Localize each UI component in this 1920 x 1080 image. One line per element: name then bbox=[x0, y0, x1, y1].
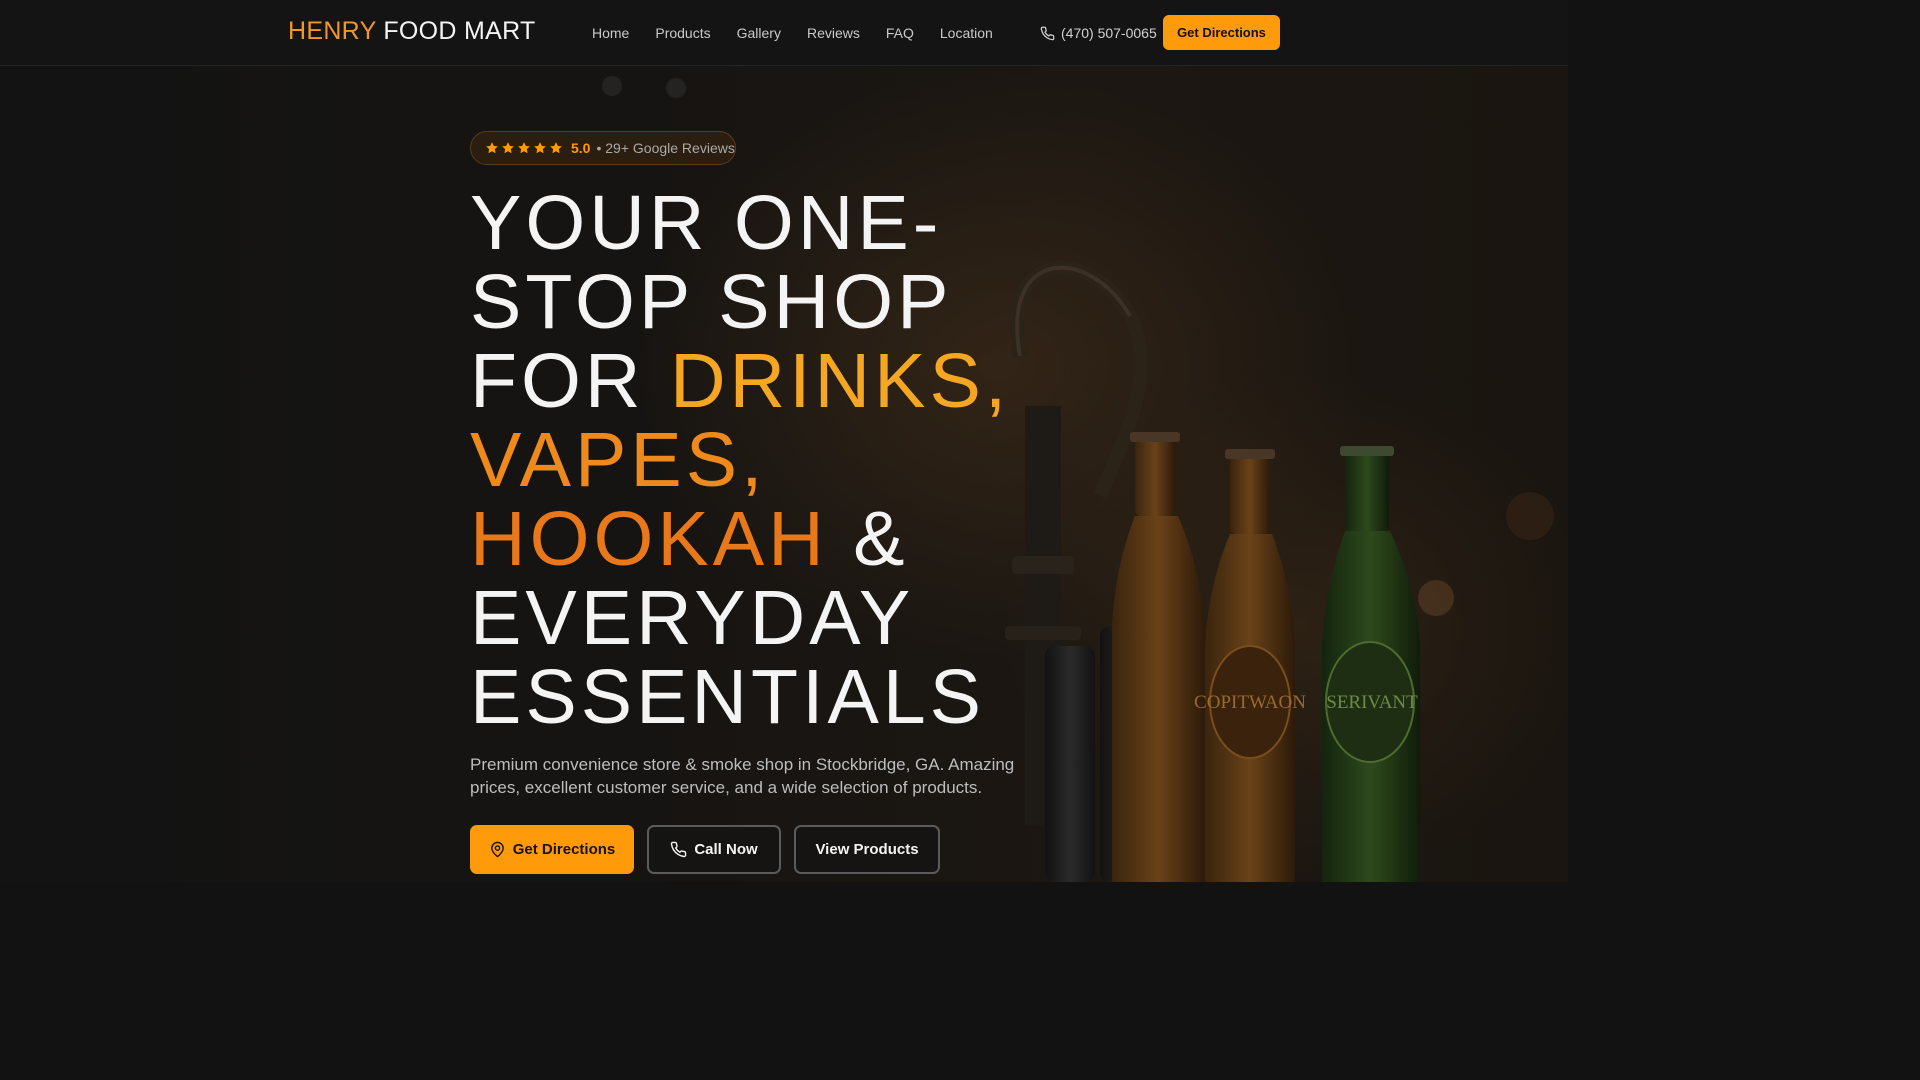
headline-text: & bbox=[827, 496, 909, 582]
star-icon bbox=[486, 142, 498, 154]
nav-link-faq[interactable]: FAQ bbox=[886, 25, 914, 41]
phone-icon bbox=[671, 841, 687, 858]
nav-link-gallery[interactable]: Gallery bbox=[737, 25, 781, 41]
nav-link-home[interactable]: Home bbox=[592, 25, 629, 41]
star-icon bbox=[534, 142, 546, 154]
button-label: Get Directions bbox=[512, 841, 616, 858]
brand-name-part1: HENRY bbox=[288, 17, 377, 45]
review-count: • 29+ Google Reviews bbox=[596, 140, 735, 156]
nav-links: Home Products Gallery Reviews FAQ Locati… bbox=[592, 25, 993, 41]
headline-highlight: VAPES, bbox=[470, 417, 767, 503]
bokeh-light bbox=[666, 78, 686, 98]
phone-icon bbox=[1040, 26, 1055, 40]
headline-line: STOP SHOP bbox=[470, 259, 953, 345]
headline-line: HOOKAH & bbox=[470, 500, 1090, 579]
rating-badge: 5.0 • 29+ Google Reviews bbox=[470, 131, 736, 165]
nav-phone-link[interactable]: (470) 507-0065 bbox=[1040, 25, 1157, 41]
nav-link-products[interactable]: Products bbox=[655, 25, 710, 41]
bokeh-light bbox=[1418, 580, 1454, 616]
bokeh-light bbox=[602, 76, 622, 96]
bokeh-light bbox=[1506, 492, 1554, 540]
brand-name-part2: FOOD MART bbox=[383, 17, 536, 45]
beer-bottle-green bbox=[1322, 446, 1420, 882]
brand-logo[interactable]: HENRY FOOD MART bbox=[288, 17, 536, 46]
nav-get-directions-button[interactable]: Get Directions bbox=[1163, 15, 1280, 50]
nav-link-location[interactable]: Location bbox=[940, 25, 993, 41]
button-label: Call Now bbox=[694, 841, 758, 858]
nav-link-reviews[interactable]: Reviews bbox=[807, 25, 860, 41]
button-label: View Products bbox=[815, 841, 919, 858]
headline-line: FOR DRINKS, bbox=[470, 342, 1090, 421]
hero-headline: YOUR ONE- STOP SHOP FOR DRINKS, VAPES, H… bbox=[470, 184, 1090, 737]
beer-bottle-amber bbox=[1112, 432, 1205, 882]
rating-value: 5.0 bbox=[571, 140, 591, 156]
headline-line: ESSENTIALS bbox=[470, 654, 986, 740]
beer-bottle-brown bbox=[1205, 449, 1295, 882]
map-pin-icon bbox=[490, 841, 504, 858]
phone-number: (470) 507-0065 bbox=[1061, 25, 1157, 41]
call-now-button[interactable]: Call Now bbox=[647, 825, 781, 874]
star-icon bbox=[518, 142, 530, 154]
view-products-button[interactable]: View Products bbox=[794, 825, 940, 874]
page: COPITWAON SERIVANT HENRY FOOD MART Home … bbox=[0, 0, 1568, 882]
top-navigation-bar: HENRY FOOD MART Home Products Gallery Re… bbox=[0, 0, 1568, 66]
headline-highlight: DRINKS, bbox=[669, 338, 1011, 424]
star-icon bbox=[550, 142, 562, 154]
headline-highlight: HOOKAH bbox=[470, 496, 828, 582]
headline-line: EVERYDAY bbox=[470, 575, 915, 661]
star-icon bbox=[502, 142, 514, 154]
headline-line: YOUR ONE- bbox=[470, 180, 943, 266]
bottle-label-text: SERIVANT bbox=[1326, 692, 1418, 713]
hero-subtitle: Premium convenience store & smoke shop i… bbox=[470, 755, 1015, 797]
bottle-label-text: COPITWAON bbox=[1194, 692, 1306, 713]
get-directions-button[interactable]: Get Directions bbox=[470, 825, 634, 874]
headline-text: FOR bbox=[470, 338, 670, 424]
star-rating bbox=[485, 141, 563, 155]
